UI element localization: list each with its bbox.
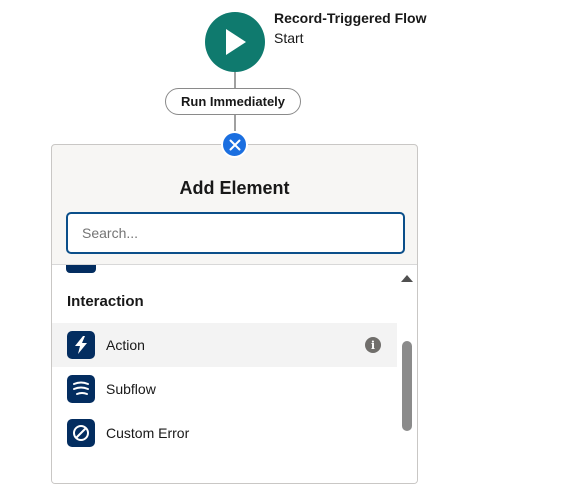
close-button[interactable] <box>221 131 248 158</box>
connector-line <box>234 72 236 88</box>
list-item-label: Custom Error <box>106 425 190 441</box>
list-item-label: Subflow <box>106 381 156 397</box>
scroll-up-arrow-icon[interactable] <box>401 275 413 282</box>
element-icon <box>66 265 96 273</box>
list-item-label: Action <box>106 337 145 353</box>
scrollbar-thumb[interactable] <box>402 341 412 431</box>
list-item-custom-error[interactable]: Custom Error <box>52 411 397 455</box>
start-node[interactable] <box>205 12 265 72</box>
start-subtitle: Start <box>274 30 304 46</box>
connector-line <box>234 115 236 131</box>
section-heading-interaction: Interaction <box>67 293 144 310</box>
panel-title: Add Element <box>179 178 290 198</box>
info-icon[interactable]: i <box>365 337 381 353</box>
close-icon <box>229 139 240 150</box>
lightning-icon <box>67 331 95 359</box>
search-box[interactable] <box>66 212 405 254</box>
add-element-panel: Add Element Interaction Action i <box>51 144 418 484</box>
subflow-icon <box>67 375 95 403</box>
search-input[interactable] <box>68 214 403 252</box>
list-item-subflow[interactable]: Subflow <box>52 367 397 411</box>
ban-icon <box>67 419 95 447</box>
element-list: Interaction Action i Subflow Custom Erro… <box>52 264 417 483</box>
start-title: Record-Triggered Flow <box>274 10 427 26</box>
run-immediately-label[interactable]: Run Immediately <box>165 88 301 115</box>
play-icon <box>226 29 246 55</box>
list-item-action[interactable]: Action i <box>52 323 397 367</box>
